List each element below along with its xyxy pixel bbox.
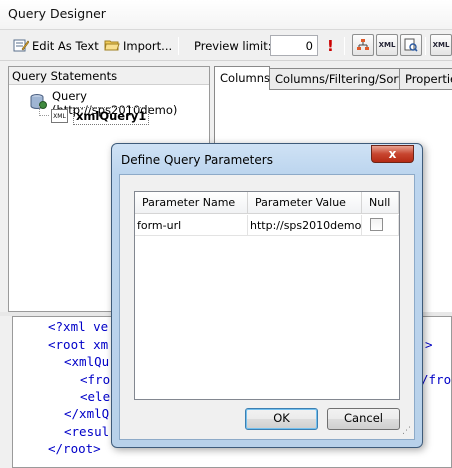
close-button[interactable]: x [371, 145, 414, 163]
column-header-parameter-name[interactable]: Parameter Name [135, 192, 248, 214]
cancel-button[interactable]: Cancel [327, 408, 400, 430]
import-label: Import... [123, 39, 173, 53]
code-line: <ele [80, 389, 111, 404]
tab-properties[interactable]: Properties [399, 68, 452, 89]
code-line-fragment: /fro [421, 372, 452, 387]
dialog-title: Define Query Parameters [121, 153, 273, 167]
tree-item-xmlquery1[interactable]: XML xmlQuery1 [51, 107, 150, 125]
window-title: Query Designer [0, 0, 452, 30]
code-line: </root> [48, 441, 101, 456]
parameter-name-cell[interactable]: form-url [135, 215, 248, 236]
code-line-fragment: > [425, 337, 433, 352]
edit-text-icon [13, 37, 30, 56]
column-header-null[interactable]: Null [362, 192, 399, 214]
toolbar-separator [178, 37, 179, 55]
dialog-client-area: Parameter Name Parameter Value Null form… [119, 174, 415, 440]
open-folder-icon [104, 37, 120, 56]
tab-columns[interactable]: Columns [214, 66, 270, 90]
code-line: <?xml ve [48, 319, 109, 334]
toolbar-separator [425, 37, 426, 55]
column-header-parameter-value[interactable]: Parameter Value [248, 192, 362, 214]
code-line: <resul [64, 424, 110, 439]
parameter-value-cell[interactable]: http://sps2010demo... [248, 215, 362, 236]
define-query-parameters-dialog: Define Query Parameters x Parameter Name… [111, 143, 423, 448]
xml-preview-icon[interactable] [400, 34, 422, 56]
code-line: <xmlQu [64, 354, 110, 369]
query-statements-header: Query Statements [9, 67, 209, 85]
import-button[interactable]: Import... [104, 36, 172, 56]
query-tree-icon[interactable] [352, 34, 374, 56]
xml-options-icon[interactable]: XML [430, 34, 452, 56]
resize-grip-icon[interactable]: ⋰ [402, 427, 411, 436]
query-designer-window: Query Designer Edit As Text Import... Pr… [0, 0, 452, 468]
xml-view-icon[interactable]: XML [376, 34, 398, 56]
code-line: <root xm [48, 337, 109, 352]
code-line: <fro [80, 372, 111, 387]
toolbar: Edit As Text Import... Preview limit: 0 … [0, 31, 452, 61]
parameters-grid[interactable]: Parameter Name Parameter Value Null form… [134, 191, 400, 400]
null-cell [362, 215, 399, 236]
query-item-label: xmlQuery1 [73, 107, 150, 125]
edit-as-text-button[interactable]: Edit As Text [13, 36, 99, 56]
preview-limit-input[interactable]: 0 [270, 35, 318, 56]
ok-button[interactable]: OK [245, 408, 318, 430]
edit-as-text-label: Edit As Text [32, 39, 99, 53]
run-query-icon[interactable]: ! [327, 36, 334, 56]
xml-file-icon: XML [51, 109, 68, 123]
null-checkbox[interactable] [370, 218, 383, 231]
close-icon: x [388, 147, 397, 161]
tree-connector [39, 115, 49, 116]
code-line: </xmlQ [64, 406, 110, 421]
tab-columns-filtering-sorting[interactable]: Columns/Filtering/Sorting [269, 68, 420, 89]
preview-limit-label: Preview limit: [194, 39, 272, 53]
toolbar-separator [344, 37, 345, 55]
